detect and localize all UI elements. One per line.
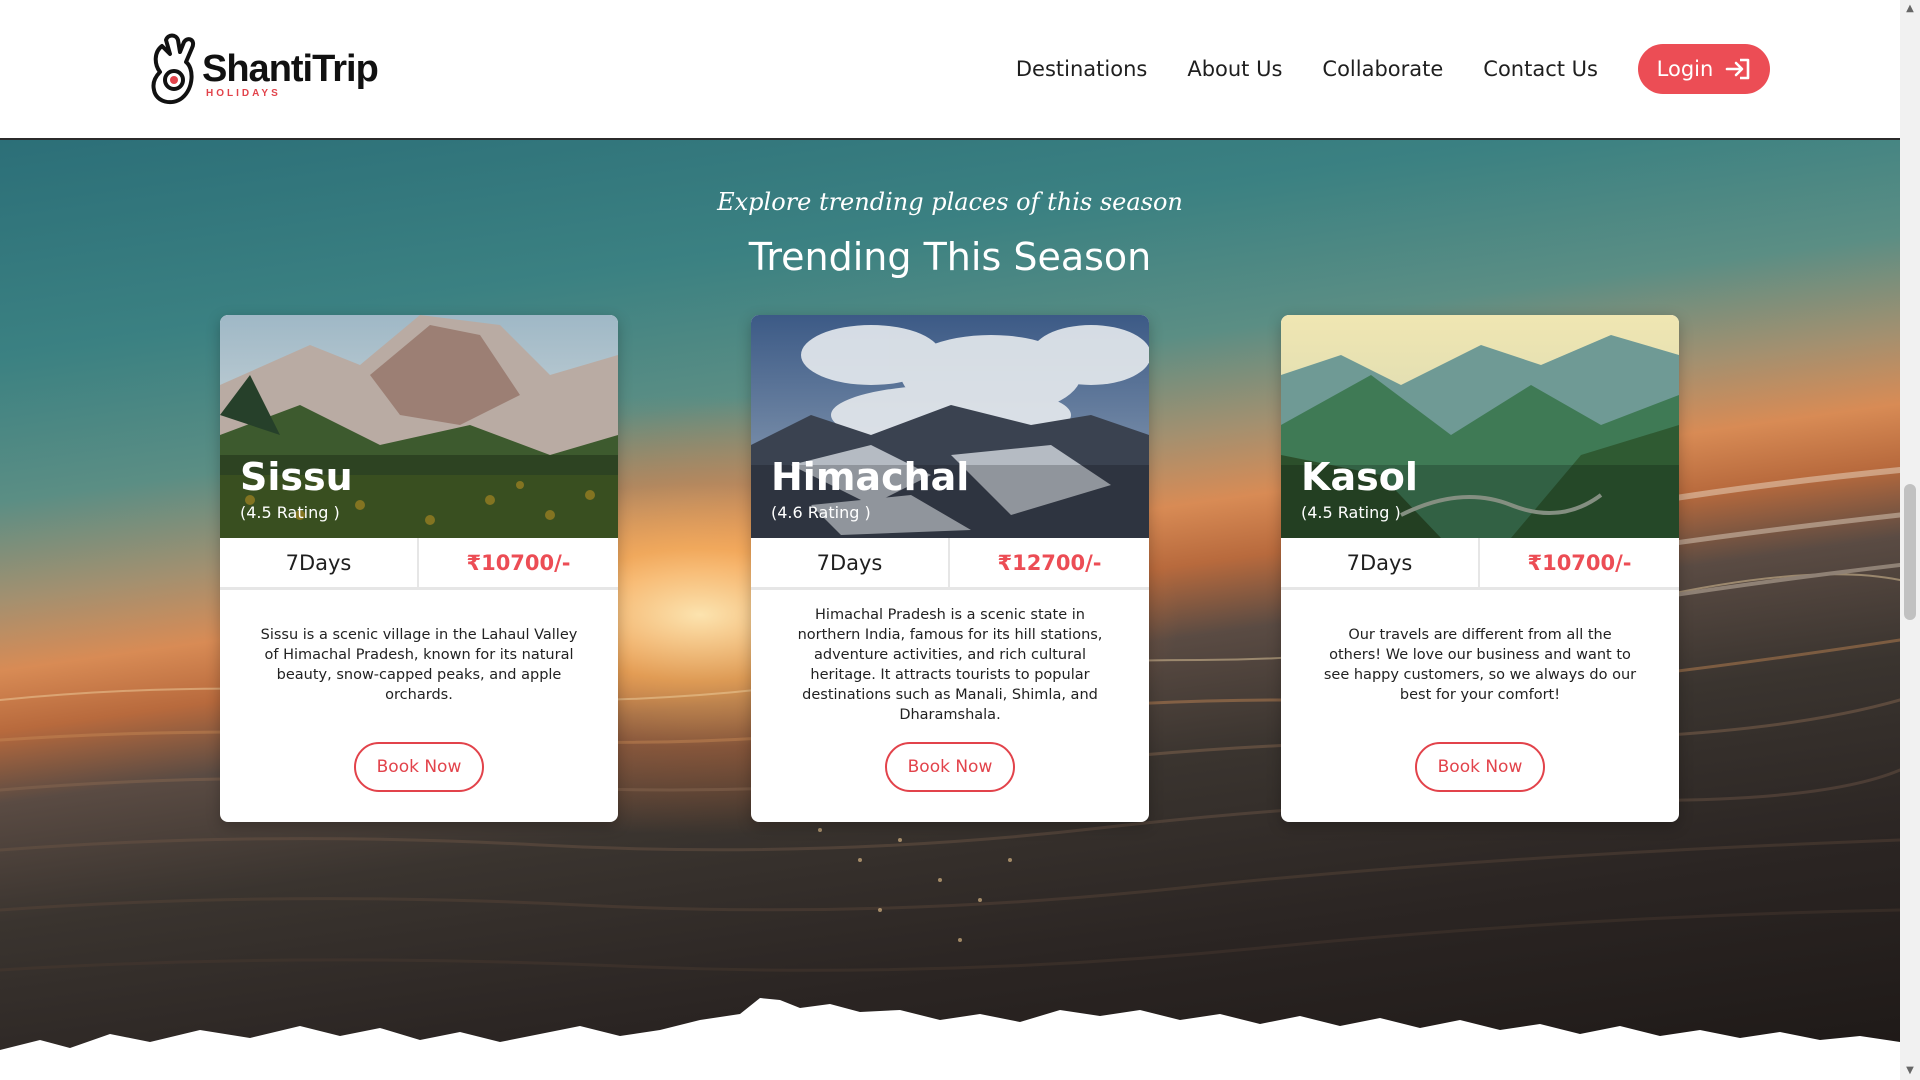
card-stats: 7Days ₹10700/- xyxy=(220,538,618,590)
card-stats: 7Days ₹12700/- xyxy=(751,538,1149,590)
destination-card-himachal: Himachal (4.6 Rating ) 7Days ₹12700/- Hi… xyxy=(751,315,1149,822)
book-now-button[interactable]: Book Now xyxy=(354,742,484,792)
hero-tagline: Explore trending places of this season xyxy=(717,188,1183,216)
page: ShantiTrip HOLIDAYS Destinations About U… xyxy=(0,0,1920,1080)
card-image-sissu: Sissu (4.5 Rating ) xyxy=(220,315,618,538)
card-price: ₹12700/- xyxy=(997,550,1102,575)
nav-destinations[interactable]: Destinations xyxy=(1016,44,1147,94)
card-image-kasol: Kasol (4.5 Rating ) xyxy=(1281,315,1679,538)
destination-card-sissu: Sissu (4.5 Rating ) 7Days ₹10700/- Sissu… xyxy=(220,315,618,822)
card-rating: (4.6 Rating ) xyxy=(771,503,871,522)
card-image-himachal: Himachal (4.6 Rating ) xyxy=(751,315,1149,538)
card-description: Sissu is a scenic village in the Lahaul … xyxy=(260,627,578,703)
destination-card-kasol: Kasol (4.5 Rating ) 7Days ₹10700/- Our t… xyxy=(1281,315,1679,822)
card-price: ₹10700/- xyxy=(1527,550,1632,575)
nav-contact-us[interactable]: Contact Us xyxy=(1483,44,1598,94)
card-duration: 7Days xyxy=(1281,538,1480,587)
scrollbar-thumb[interactable] xyxy=(1904,484,1916,620)
login-button[interactable]: Login xyxy=(1638,44,1770,94)
card-title: Sissu xyxy=(240,455,353,499)
nav-collaborate[interactable]: Collaborate xyxy=(1322,44,1443,94)
card-title: Kasol xyxy=(1301,455,1418,499)
brand-name: ShantiTrip xyxy=(202,48,379,90)
card-rating: (4.5 Rating ) xyxy=(240,503,340,522)
page-scrollbar[interactable]: ▲ ▼ xyxy=(1900,0,1920,1080)
login-label: Login xyxy=(1656,57,1714,81)
book-now-button[interactable]: Book Now xyxy=(1415,742,1545,792)
brand-subtitle: HOLIDAYS xyxy=(206,88,281,99)
card-rating: (4.5 Rating ) xyxy=(1301,503,1401,522)
card-description: Himachal Pradesh is a scenic state in no… xyxy=(797,607,1103,723)
scroll-down-arrow-icon[interactable]: ▼ xyxy=(1900,1062,1920,1080)
trending-section: Explore trending places of this season T… xyxy=(0,140,1900,1080)
hand-logo-icon xyxy=(151,33,195,105)
navbar: ShantiTrip HOLIDAYS Destinations About U… xyxy=(0,0,1900,140)
main-nav: Destinations About Us Collaborate Contac… xyxy=(1016,44,1770,94)
card-title: Himachal xyxy=(771,455,970,499)
card-duration: 7Days xyxy=(751,538,950,587)
card-description: Our travels are different from all the o… xyxy=(1323,627,1637,703)
torn-paper-divider xyxy=(0,998,1900,1080)
book-now-button[interactable]: Book Now xyxy=(885,742,1015,792)
brand-logo[interactable]: ShantiTrip HOLIDAYS xyxy=(150,32,379,106)
card-stats: 7Days ₹10700/- xyxy=(1281,538,1679,590)
nav-about-us[interactable]: About Us xyxy=(1187,44,1282,94)
hero-title: Trending This Season xyxy=(748,235,1152,279)
scroll-up-arrow-icon[interactable]: ▲ xyxy=(1900,0,1920,18)
card-duration: 7Days xyxy=(220,538,419,587)
login-arrow-icon xyxy=(1726,58,1750,80)
card-price: ₹10700/- xyxy=(466,550,571,575)
